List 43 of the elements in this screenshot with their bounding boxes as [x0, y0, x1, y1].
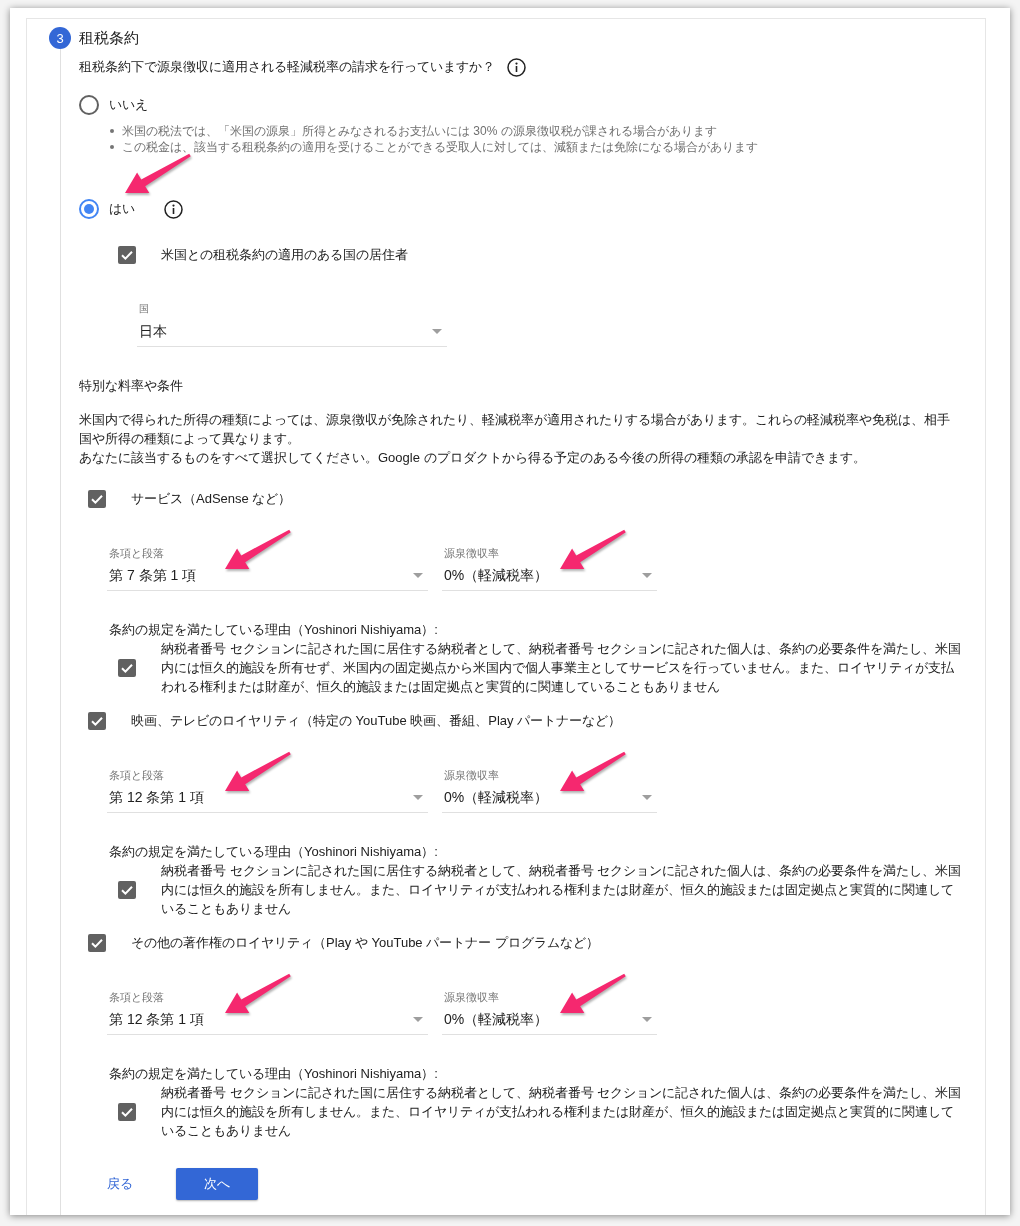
checkbox-label: 映画、テレビのロイヤリティ（特定の YouTube 映画、番組、Play パートナーなど） — [131, 712, 622, 730]
radio-button[interactable] — [79, 199, 99, 219]
option-label: はい — [109, 200, 135, 218]
checkbox-label: 米国との租税条約の適用のある国の居住者 — [161, 246, 408, 264]
reason-text: 納税者番号 セクションに記された国に居住する納税者として、納税者番号 セクションに記された個人は、条約の必要条件を満たし、米国内には恒久的施設を所有しません。また、ロイヤリティが支払われる権利または財産が、恒久的施設または固定拠点と実質的に関連していることもありません — [161, 862, 963, 918]
checkbox[interactable] — [88, 712, 106, 730]
reason-text: 納税者番号 セクションに記された国に居住する納税者として、納税者番号 セクションに記された個人は、条約の必要条件を満たし、米国内には恒久的施設を所有しません。また、ロイヤリティが支払われる権利または財産が、恒久的施設または固定拠点と実質的に関連していることもありません — [161, 1084, 963, 1140]
dropdown-caret-icon — [642, 572, 652, 578]
dropdown-caret-icon — [642, 794, 652, 800]
reason-label: 条約の規定を満たしている理由（Yoshinori Nishiyama）: — [109, 843, 438, 861]
country-dropdown[interactable]: 国 日本 — [137, 302, 447, 347]
checkbox[interactable] — [88, 934, 106, 952]
info-icon[interactable] — [164, 199, 183, 219]
dropdown-caret-icon — [413, 794, 423, 800]
checkbox[interactable] — [88, 490, 106, 508]
checkbox[interactable] — [118, 880, 136, 899]
step-title: 租税条約 — [79, 28, 139, 48]
note-text: 米国の税法では、「米国の源泉」所得とみなされるお支払いには 30% の源泉徴収税が課される場合があります — [122, 123, 717, 139]
checkbox-label: サービス（AdSense など） — [131, 490, 292, 508]
info-icon[interactable] — [507, 57, 526, 77]
step-number-badge: 3 — [49, 27, 71, 49]
bullet-icon — [110, 145, 114, 149]
reason-label: 条約の規定を満たしている理由（Yoshinori Nishiyama）: — [109, 1065, 438, 1083]
reason-label: 条約の規定を満たしている理由（Yoshinori Nishiyama）: — [109, 621, 438, 639]
description-text: あなたに該当するものをすべて選択してください。Google のプロダクトから得る予定のある今後の所得の種類の承認を申請できます。 — [79, 449, 867, 467]
reason-text: 納税者番号 セクションに記された国に居住する納税者として、納税者番号 セクションに記された個人は、条約の必要条件を満たし、米国内には恒久的施設を所有せず、米国内の固定拠点から米国内で個人事業主としてサービスを行っていません。また、ロイヤリティが支払われる権利または財産が、恒久的施設または固定拠点と実質的に関連していることもありません — [161, 640, 963, 696]
dropdown-caret-icon — [432, 328, 442, 334]
back-link[interactable]: 戻る — [107, 1175, 133, 1193]
checkbox-label: その他の著作権のロイヤリティ（Play や YouTube パートナー プログラムなど） — [131, 934, 599, 952]
option-label: いいえ — [109, 96, 148, 114]
dropdown-caret-icon — [413, 572, 423, 578]
dropdown-caret-icon — [413, 1016, 423, 1022]
question-text: 租税条約下で源泉徴収に適用される軽減税率の請求を行っていますか？ — [79, 58, 495, 76]
checkbox[interactable] — [118, 246, 136, 264]
note-text: この税金は、該当する租税条約の適用を受けることができる受取人に対しては、減額または免除になる場合があります — [122, 139, 758, 155]
bullet-icon — [110, 129, 114, 133]
checkbox[interactable] — [118, 658, 136, 677]
section-heading: 特別な料率や条件 — [79, 377, 183, 395]
dropdown-caret-icon — [642, 1016, 652, 1022]
next-button[interactable]: 次へ — [176, 1168, 258, 1200]
radio-button[interactable] — [79, 95, 99, 115]
description-text: 米国内で得られた所得の種類によっては、源泉徴収が免除されたり、軽減税率が適用されたりする場合があります。これらの軽減税率や免税は、相手国や所得の種類によって異なります。 — [79, 411, 951, 448]
checkbox[interactable] — [118, 1102, 136, 1121]
